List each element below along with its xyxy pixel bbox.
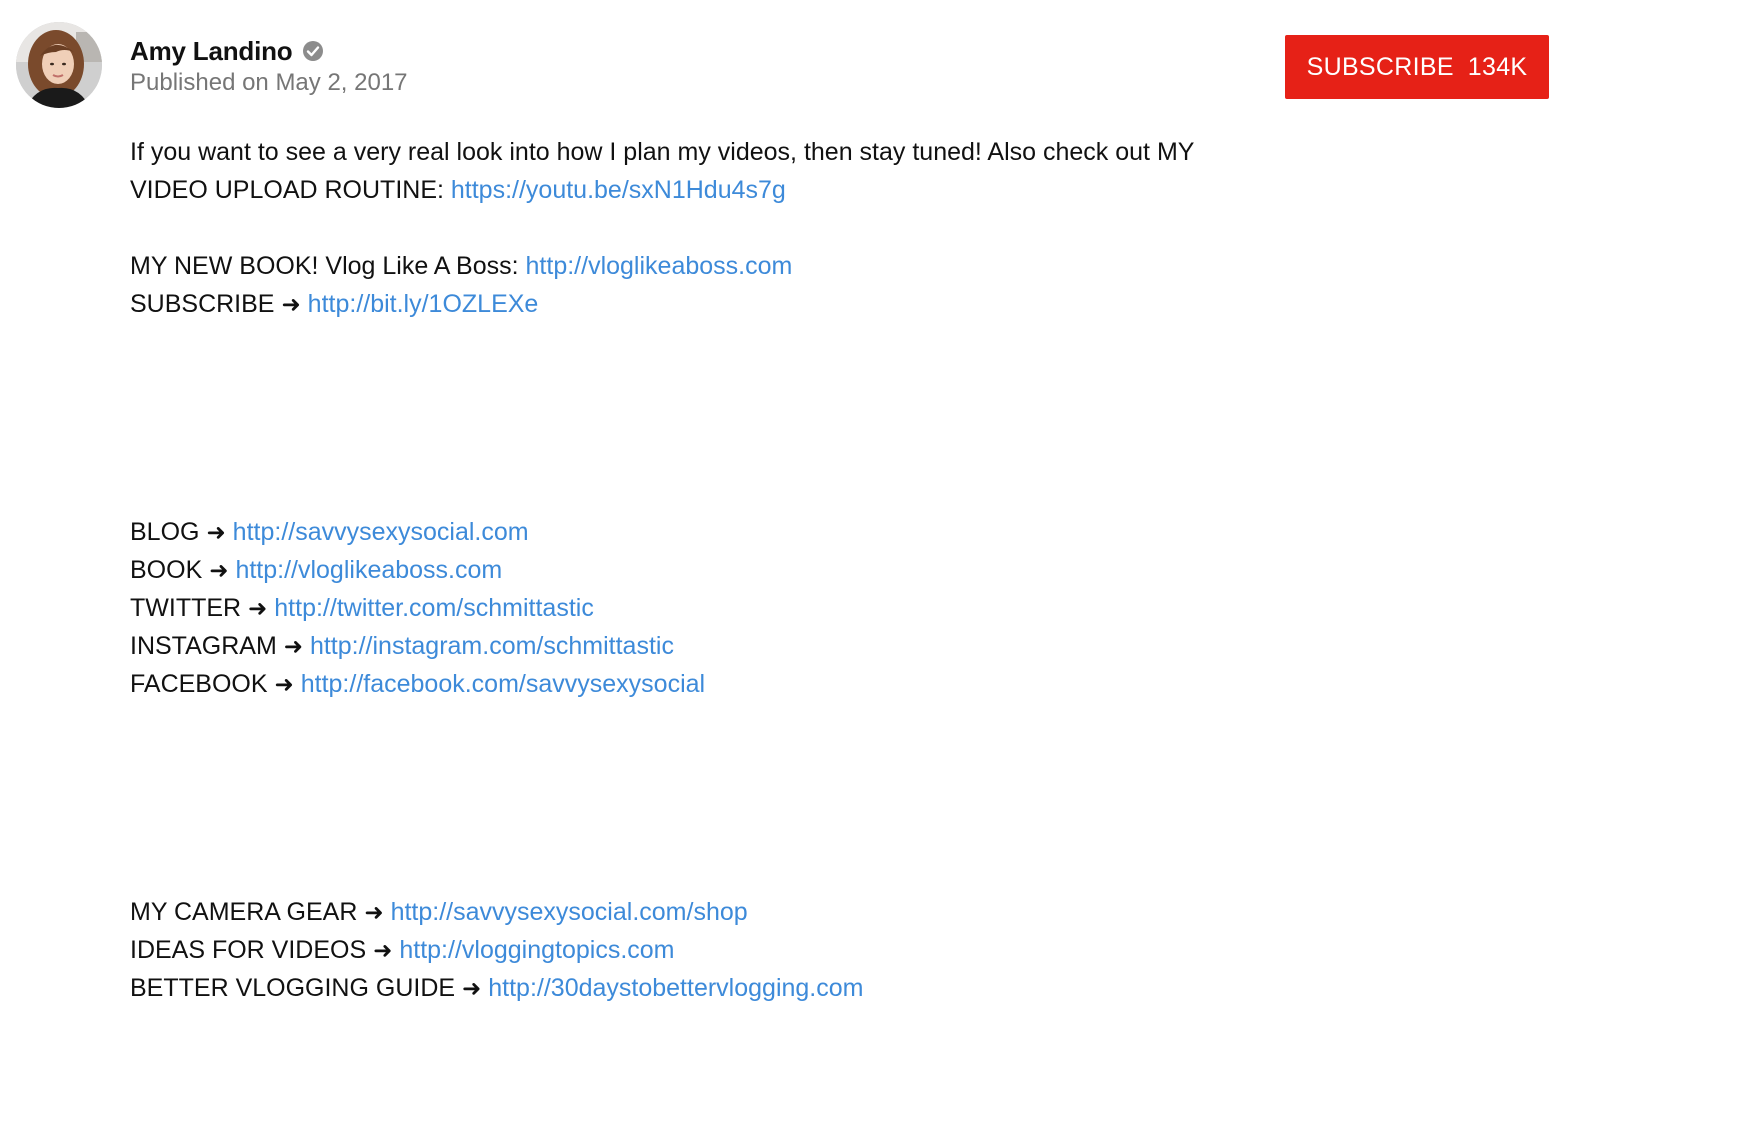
upload-routine-label: VIDEO UPLOAD ROUTINE: <box>130 176 451 204</box>
blog-link[interactable]: http://savvysexysocial.com <box>233 518 529 546</box>
subscribe-link-label: SUBSCRIBE <box>130 290 275 318</box>
social-link-row: BOOK ➜ http://vloglikeaboss.com <box>130 551 1330 589</box>
verified-check-icon <box>302 40 324 62</box>
channel-header: Amy Landino Published on May 2, 2017 <box>130 34 408 98</box>
channel-name[interactable]: Amy Landino <box>130 36 293 67</box>
resource-link-row: IDEAS FOR VIDEOS ➜ http://vloggingtopics… <box>130 931 1330 969</box>
social-link-row: TWITTER ➜ http://twitter.com/schmittasti… <box>130 589 1330 627</box>
social-link-row: INSTAGRAM ➜ http://instagram.com/schmitt… <box>130 627 1330 665</box>
right-arrow-icon: ➜ <box>209 558 229 584</box>
publish-date: Published on May 2, 2017 <box>130 69 408 96</box>
video-description: If you want to see a very real look into… <box>130 133 1330 1007</box>
book-link[interactable]: http://vloglikeaboss.com <box>526 252 793 280</box>
right-arrow-icon: ➜ <box>462 976 482 1002</box>
channel-avatar[interactable] <box>16 22 102 108</box>
resource-link-label: MY CAMERA GEAR <box>130 898 358 926</box>
social-link-row: BLOG ➜ http://savvysexysocial.com <box>130 513 1330 551</box>
right-arrow-icon: ➜ <box>364 900 384 926</box>
description-line: SUBSCRIBE ➜ http://bit.ly/1OZLEXe <box>130 285 1330 323</box>
camera-gear-link[interactable]: http://savvysexysocial.com/shop <box>391 898 748 926</box>
right-arrow-icon: ➜ <box>248 596 268 622</box>
resource-link-label: IDEAS FOR VIDEOS <box>130 936 367 964</box>
social-link-label: BOOK <box>130 556 203 584</box>
right-arrow-icon: ➜ <box>373 938 393 964</box>
right-arrow-icon: ➜ <box>274 672 294 698</box>
subscribe-button[interactable]: SUBSCRIBE 134K <box>1285 35 1549 99</box>
book-site-link[interactable]: http://vloglikeaboss.com <box>235 556 502 584</box>
subscribe-link[interactable]: http://bit.ly/1OZLEXe <box>308 290 539 318</box>
facebook-link[interactable]: http://facebook.com/savvysexysocial <box>301 670 705 698</box>
subscribe-label: SUBSCRIBE <box>1306 52 1454 81</box>
social-link-label: TWITTER <box>130 594 242 622</box>
resource-link-row: MY CAMERA GEAR ➜ http://savvysexysocial.… <box>130 893 1330 931</box>
right-arrow-icon: ➜ <box>206 520 226 546</box>
twitter-link[interactable]: http://twitter.com/schmittastic <box>274 594 594 622</box>
book-label: MY NEW BOOK! Vlog Like A Boss: <box>130 252 526 280</box>
description-line: MY NEW BOOK! Vlog Like A Boss: http://vl… <box>130 247 1330 285</box>
vlogging-guide-link[interactable]: http://30daystobettervlogging.com <box>488 974 863 1002</box>
social-link-label: INSTAGRAM <box>130 632 277 660</box>
social-link-label: BLOG <box>130 518 200 546</box>
resource-link-row: BETTER VLOGGING GUIDE ➜ http://30daystob… <box>130 969 1330 1007</box>
resource-link-label: BETTER VLOGGING GUIDE <box>130 974 456 1002</box>
subscriber-count: 134K <box>1467 52 1528 81</box>
description-line: If you want to see a very real look into… <box>130 133 1330 171</box>
intro-text: If you want to see a very real look into… <box>130 138 1195 166</box>
right-arrow-icon: ➜ <box>281 292 301 318</box>
instagram-link[interactable]: http://instagram.com/schmittastic <box>310 632 674 660</box>
channel-name-row: Amy Landino <box>130 34 408 68</box>
social-link-label: FACEBOOK <box>130 670 268 698</box>
right-arrow-icon: ➜ <box>283 634 303 660</box>
avatar-image <box>16 22 102 108</box>
video-ideas-link[interactable]: http://vloggingtopics.com <box>399 936 674 964</box>
upload-routine-link[interactable]: https://youtu.be/sxN1Hdu4s7g <box>451 176 786 204</box>
social-link-row: FACEBOOK ➜ http://facebook.com/savvysexy… <box>130 665 1330 703</box>
description-line: VIDEO UPLOAD ROUTINE: https://youtu.be/s… <box>130 171 1330 209</box>
